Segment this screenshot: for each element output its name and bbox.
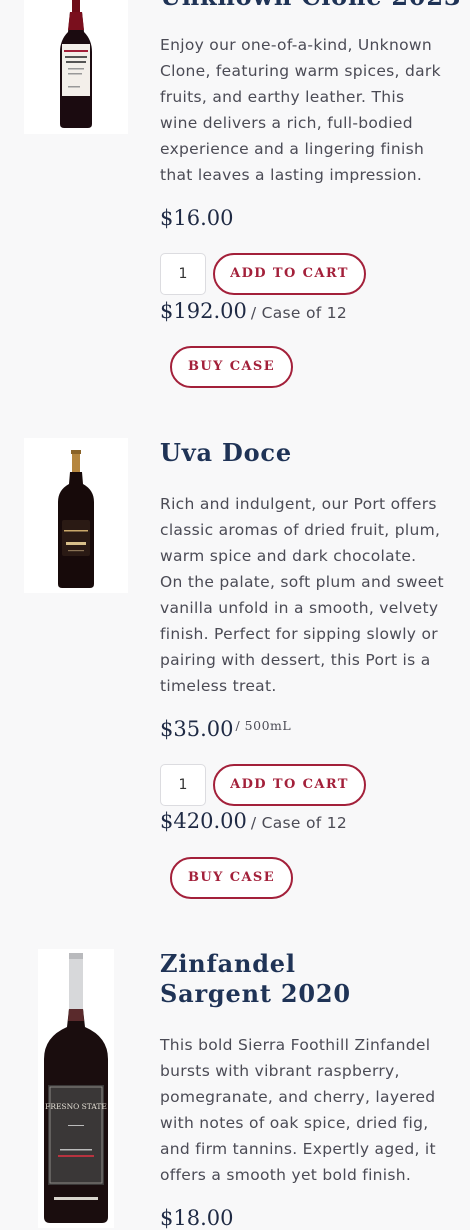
quantity-input[interactable]: 1 xyxy=(160,253,206,295)
product-price: $16.00 xyxy=(160,206,234,230)
product-price: $35.00 xyxy=(160,717,234,741)
case-suffix: / Case of 12 xyxy=(250,304,348,322)
product-price: $18.00 xyxy=(160,1206,234,1230)
product-image[interactable]: FRESNO STATE xyxy=(38,949,114,1228)
case-price-line: $420.00/ Case of 12 xyxy=(160,809,347,833)
case-suffix: / Case of 12 xyxy=(250,814,348,832)
case-price: $420.00 xyxy=(160,809,247,833)
buy-case-button[interactable]: BUY CASE xyxy=(170,857,293,899)
product-description: Rich and indulgent, our Port offers clas… xyxy=(160,495,444,695)
product-title[interactable]: Zinfandel Sargent 2020 xyxy=(160,949,410,1009)
add-to-cart-button[interactable]: ADD TO CART xyxy=(213,764,366,806)
case-price-line: $192.00/ Case of 12 xyxy=(160,299,347,323)
product-price-line: $35.00/ 500mL xyxy=(160,717,291,741)
wine-bottle-icon: FRESNO STATE xyxy=(44,953,108,1223)
add-to-cart-button[interactable]: ADD TO CART xyxy=(213,253,366,295)
product-title[interactable]: Unknown Clone 2023 xyxy=(160,0,461,12)
product-card: Uva Doce Rich and indulgent, our Port of… xyxy=(0,438,470,918)
product-image[interactable] xyxy=(24,0,128,134)
buy-case-button[interactable]: BUY CASE xyxy=(170,346,293,388)
product-description: This bold Sierra Foothill Zinfandel burs… xyxy=(160,1036,436,1184)
wine-bottle-icon xyxy=(60,0,92,128)
wine-bottle-icon xyxy=(58,450,94,588)
bottle-label-brand: FRESNO STATE xyxy=(45,1102,107,1111)
product-card: FRESNO STATE Zinfandel Sargent 2020 This… xyxy=(0,949,470,1230)
product-card: Unknown Clone 2023 Enjoy our one-of-a-ki… xyxy=(0,0,470,400)
quantity-input[interactable]: 1 xyxy=(160,764,206,806)
product-description: Enjoy our one-of-a-kind, Unknown Clone, … xyxy=(160,36,441,184)
product-unit: / 500mL xyxy=(235,718,292,733)
product-image[interactable] xyxy=(24,438,128,593)
product-title[interactable]: Uva Doce xyxy=(160,438,292,468)
case-price: $192.00 xyxy=(160,299,247,323)
